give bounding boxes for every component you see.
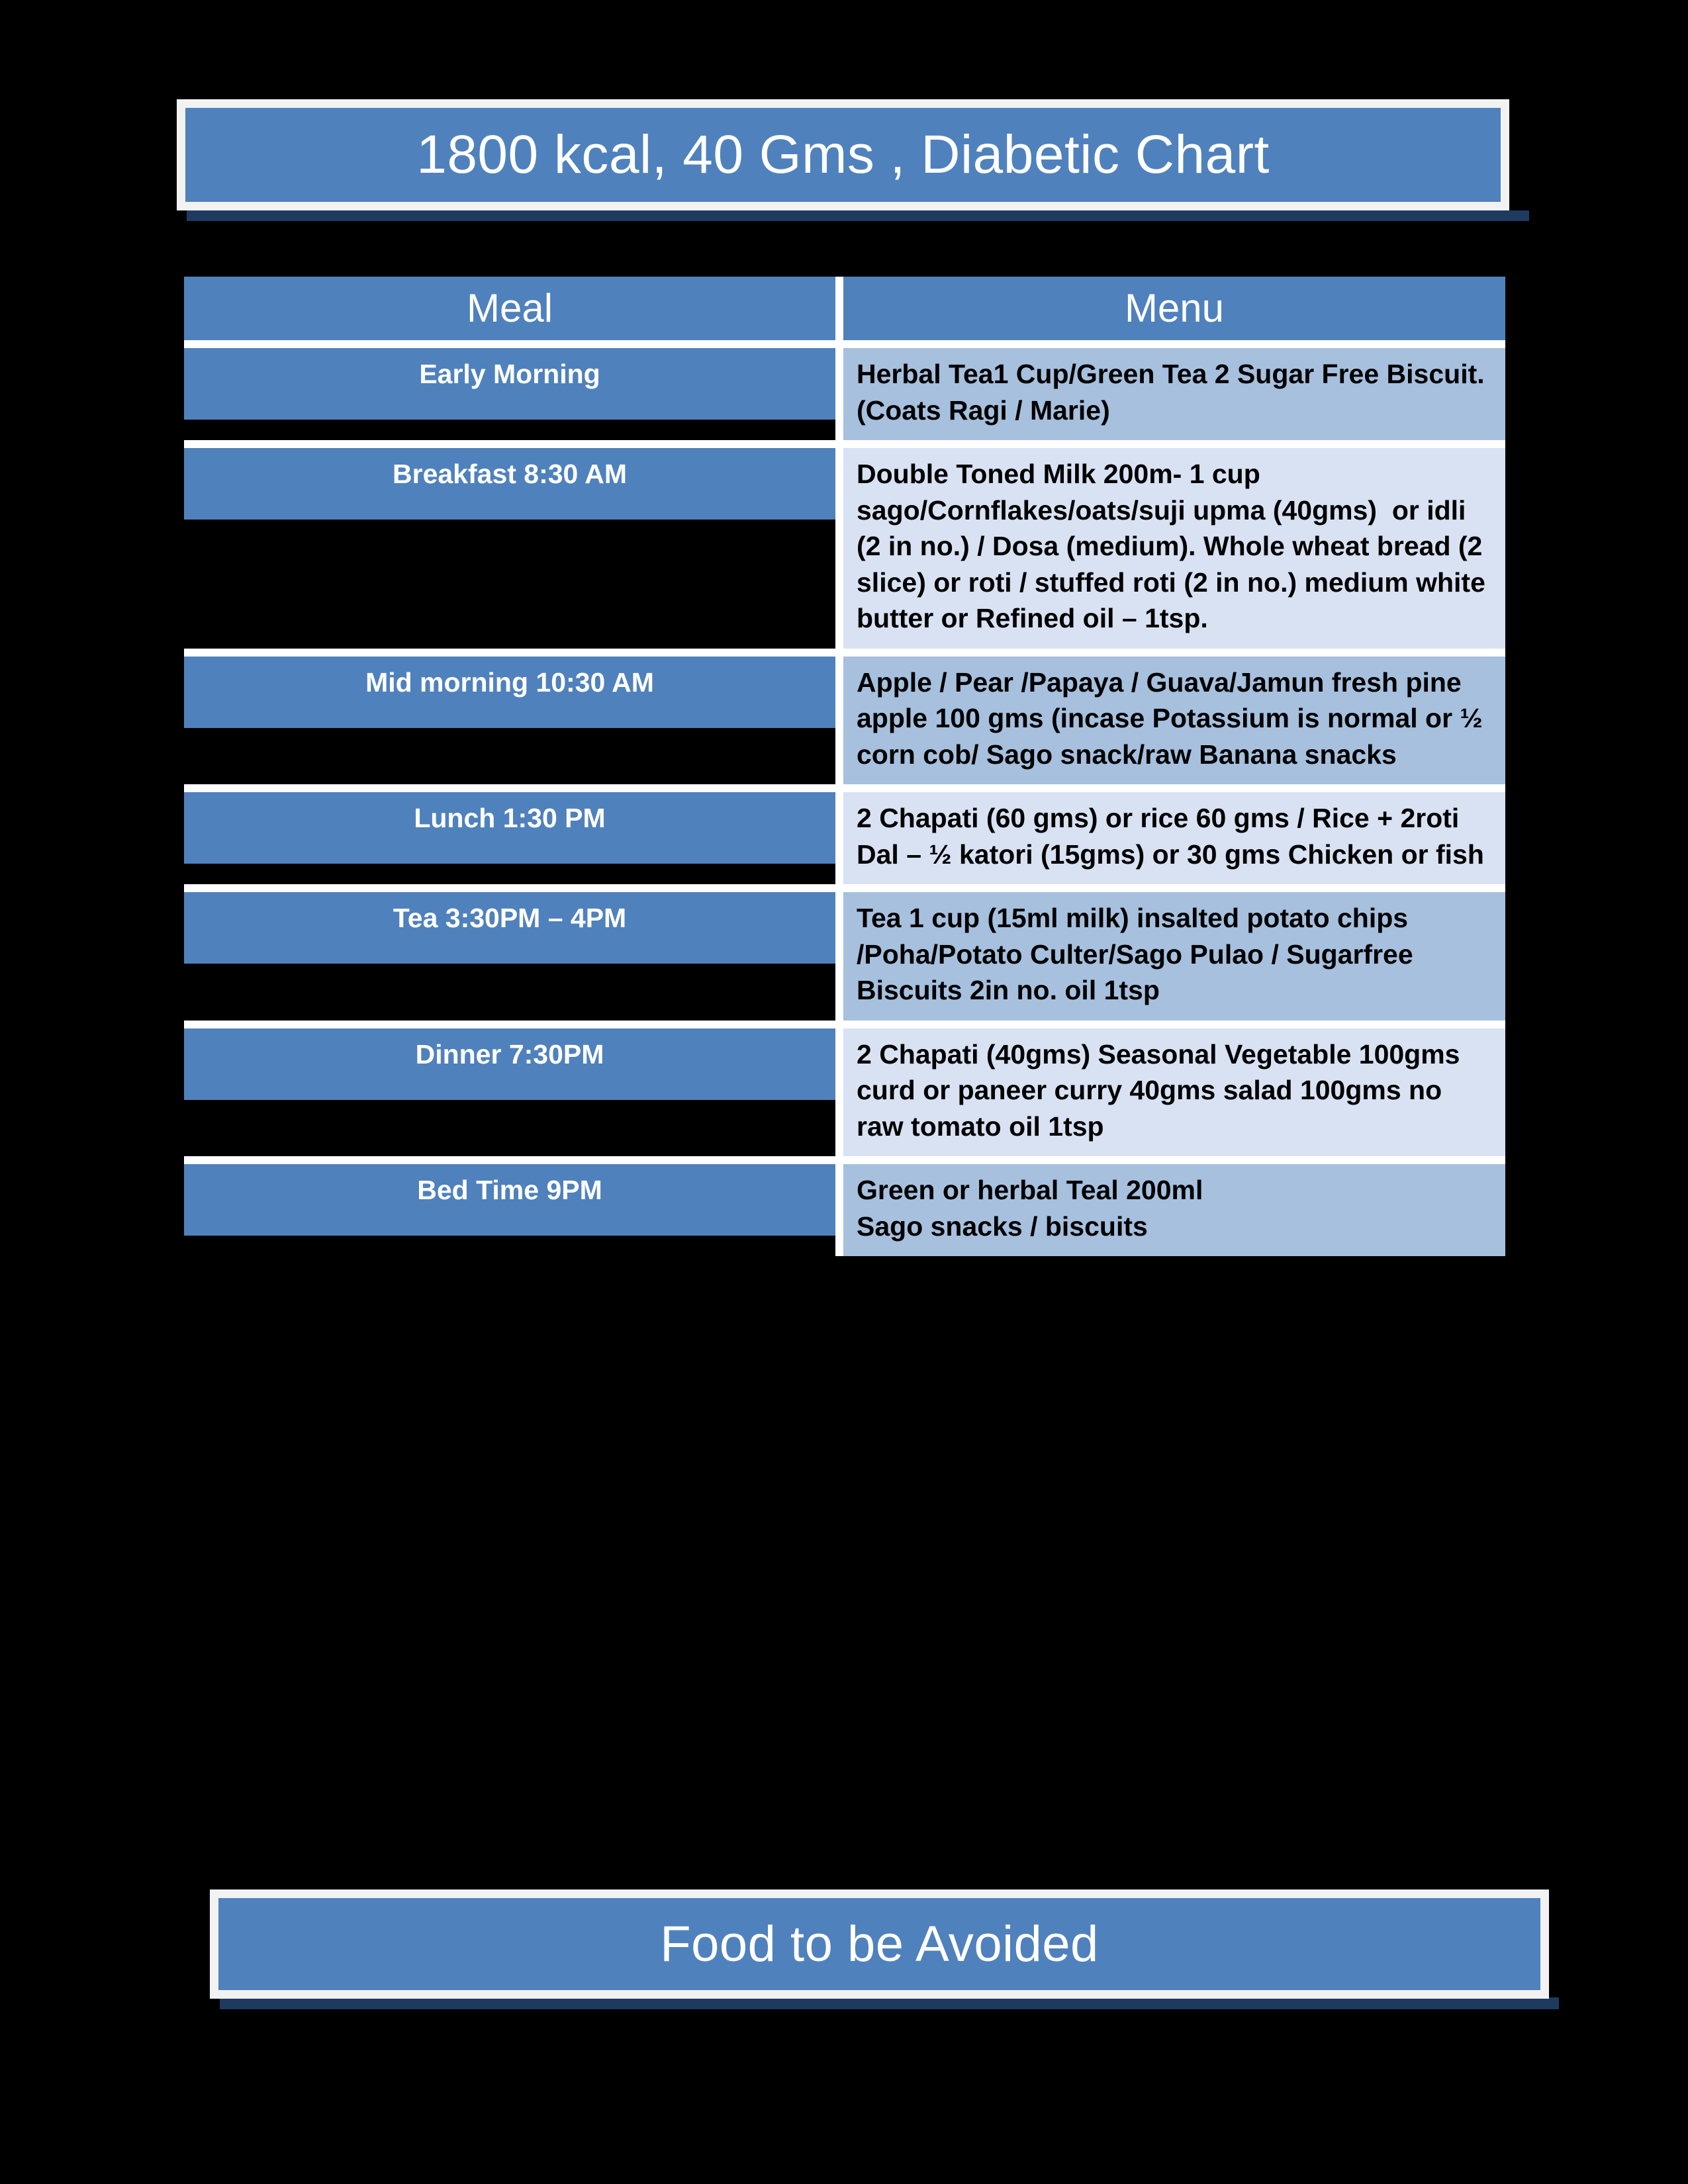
footer-banner-shadow — [220, 1997, 1559, 2009]
meal-label: Bed Time 9PM — [417, 1175, 602, 1206]
menu-text: Green or herbal Teal 200ml Sago snacks /… — [857, 1175, 1203, 1242]
meal-label: Mid morning 10:30 AM — [365, 666, 654, 698]
meal-cell: Dinner 7:30PM — [184, 1024, 839, 1161]
title-banner-fill: 1800 kcal, 40 Gms , Diabetic Chart — [185, 108, 1501, 202]
table-row: Lunch 1:30 PM 2 Chapati (60 gms) or rice … — [184, 788, 1505, 889]
menu-cell-body: Apple / Pear /Papaya / Guava/Jamun fresh… — [843, 656, 1505, 785]
column-header-menu-label: Menu — [1124, 286, 1225, 330]
menu-cell: Herbal Tea1 Cup/Green Tea 2 Sugar Free B… — [839, 344, 1505, 445]
table-row: Dinner 7:30PM 2 Chapati (40gms) Seasonal … — [184, 1024, 1505, 1161]
meal-cell: Mid morning 10:30 AM — [184, 652, 839, 789]
meal-cell: Early Morning — [184, 344, 839, 445]
menu-cell: Apple / Pear /Papaya / Guava/Jamun fresh… — [839, 652, 1505, 789]
menu-cell: Tea 1 cup (15ml milk) insalted potato ch… — [839, 888, 1505, 1024]
column-header-menu: Menu — [839, 277, 1505, 344]
menu-text: 2 Chapati (60 gms) or rice 60 gms / Rice… — [857, 803, 1484, 870]
meal-label: Dinner 7:30PM — [415, 1038, 604, 1069]
meal-label: Early Morning — [419, 359, 600, 389]
footer-banner-frame: Food to be Avoided — [210, 1889, 1549, 1999]
menu-cell: 2 Chapati (40gms) Seasonal Vegetable 100… — [839, 1024, 1505, 1161]
table-row: Tea 3:30PM – 4PM Tea 1 cup (15ml milk) in… — [184, 888, 1505, 1024]
column-header-meal-label: Meal — [466, 286, 553, 330]
meal-cell: Bed Time 9PM — [184, 1160, 839, 1257]
menu-text: Apple / Pear /Papaya / Guava/Jamun fresh… — [857, 666, 1491, 770]
meal-cell-body: Tea 3:30PM – 4PM — [184, 892, 835, 964]
table-body: Early Morning Herbal Tea1 Cup/Green Tea 2… — [184, 344, 1505, 1257]
column-header-meal: Meal — [184, 277, 839, 344]
meal-cell-body: Dinner 7:30PM — [184, 1028, 835, 1100]
meal-cell: Breakfast 8:30 AM — [184, 444, 839, 653]
meal-cell-body: Bed Time 9PM — [184, 1164, 835, 1236]
diet-chart-table: Meal Menu Early Morning Herbal Tea1 Cup/G… — [184, 277, 1505, 1257]
table-row: Breakfast 8:30 AM Double Toned Milk 200m-… — [184, 444, 1505, 653]
footer-title: Food to be Avoided — [660, 1915, 1099, 1972]
menu-cell: 2 Chapati (60 gms) or rice 60 gms / Rice… — [839, 788, 1505, 889]
menu-cell: Double Toned Milk 200m- 1 cup sago/Cornf… — [839, 444, 1505, 653]
menu-text: Tea 1 cup (15ml milk) insalted potato ch… — [857, 903, 1421, 1006]
menu-text: 2 Chapati (40gms) Seasonal Vegetable 100… — [857, 1038, 1468, 1142]
meal-cell-body: Breakfast 8:30 AM — [184, 448, 835, 520]
menu-text: Herbal Tea1 Cup/Green Tea 2 Sugar Free B… — [857, 359, 1485, 426]
menu-text: Double Toned Milk 200m- 1 cup sago/Cornf… — [857, 459, 1493, 634]
table-row: Early Morning Herbal Tea1 Cup/Green Tea 2… — [184, 344, 1505, 445]
meal-label: Breakfast 8:30 AM — [393, 459, 627, 490]
table-row: Bed Time 9PM Green or herbal Teal 200ml S… — [184, 1160, 1505, 1257]
meal-label: Lunch 1:30 PM — [414, 803, 606, 834]
menu-cell-body: 2 Chapati (40gms) Seasonal Vegetable 100… — [843, 1028, 1505, 1157]
title-banner-shadow — [187, 210, 1529, 221]
title-banner: 1800 kcal, 40 Gms , Diabetic Chart — [177, 99, 1529, 221]
meal-cell-body: Lunch 1:30 PM — [184, 792, 835, 864]
meal-cell: Lunch 1:30 PM — [184, 788, 839, 889]
page-title: 1800 kcal, 40 Gms , Diabetic Chart — [416, 124, 1270, 185]
footer-banner-fill: Food to be Avoided — [218, 1898, 1540, 1990]
meal-cell: Tea 3:30PM – 4PM — [184, 888, 839, 1024]
menu-cell-body: 2 Chapati (60 gms) or rice 60 gms / Rice… — [843, 792, 1505, 885]
food-to-be-avoided-banner: Food to be Avoided — [210, 1889, 1560, 2009]
title-banner-frame: 1800 kcal, 40 Gms , Diabetic Chart — [177, 99, 1509, 210]
table-row: Mid morning 10:30 AM Apple / Pear /Papaya… — [184, 652, 1505, 789]
menu-cell-body: Tea 1 cup (15ml milk) insalted potato ch… — [843, 892, 1505, 1021]
meal-cell-body: Early Morning — [184, 348, 835, 420]
menu-cell-body: Green or herbal Teal 200ml Sago snacks /… — [843, 1164, 1505, 1257]
meal-cell-body: Mid morning 10:30 AM — [184, 656, 835, 728]
table-header-row: Meal Menu — [184, 277, 1505, 344]
table-header: Meal Menu — [184, 277, 1505, 344]
menu-cell-body: Herbal Tea1 Cup/Green Tea 2 Sugar Free B… — [843, 348, 1505, 441]
menu-cell: Green or herbal Teal 200ml Sago snacks /… — [839, 1160, 1505, 1257]
meal-label: Tea 3:30PM – 4PM — [393, 903, 627, 934]
menu-cell-body: Double Toned Milk 200m- 1 cup sago/Cornf… — [843, 448, 1505, 649]
